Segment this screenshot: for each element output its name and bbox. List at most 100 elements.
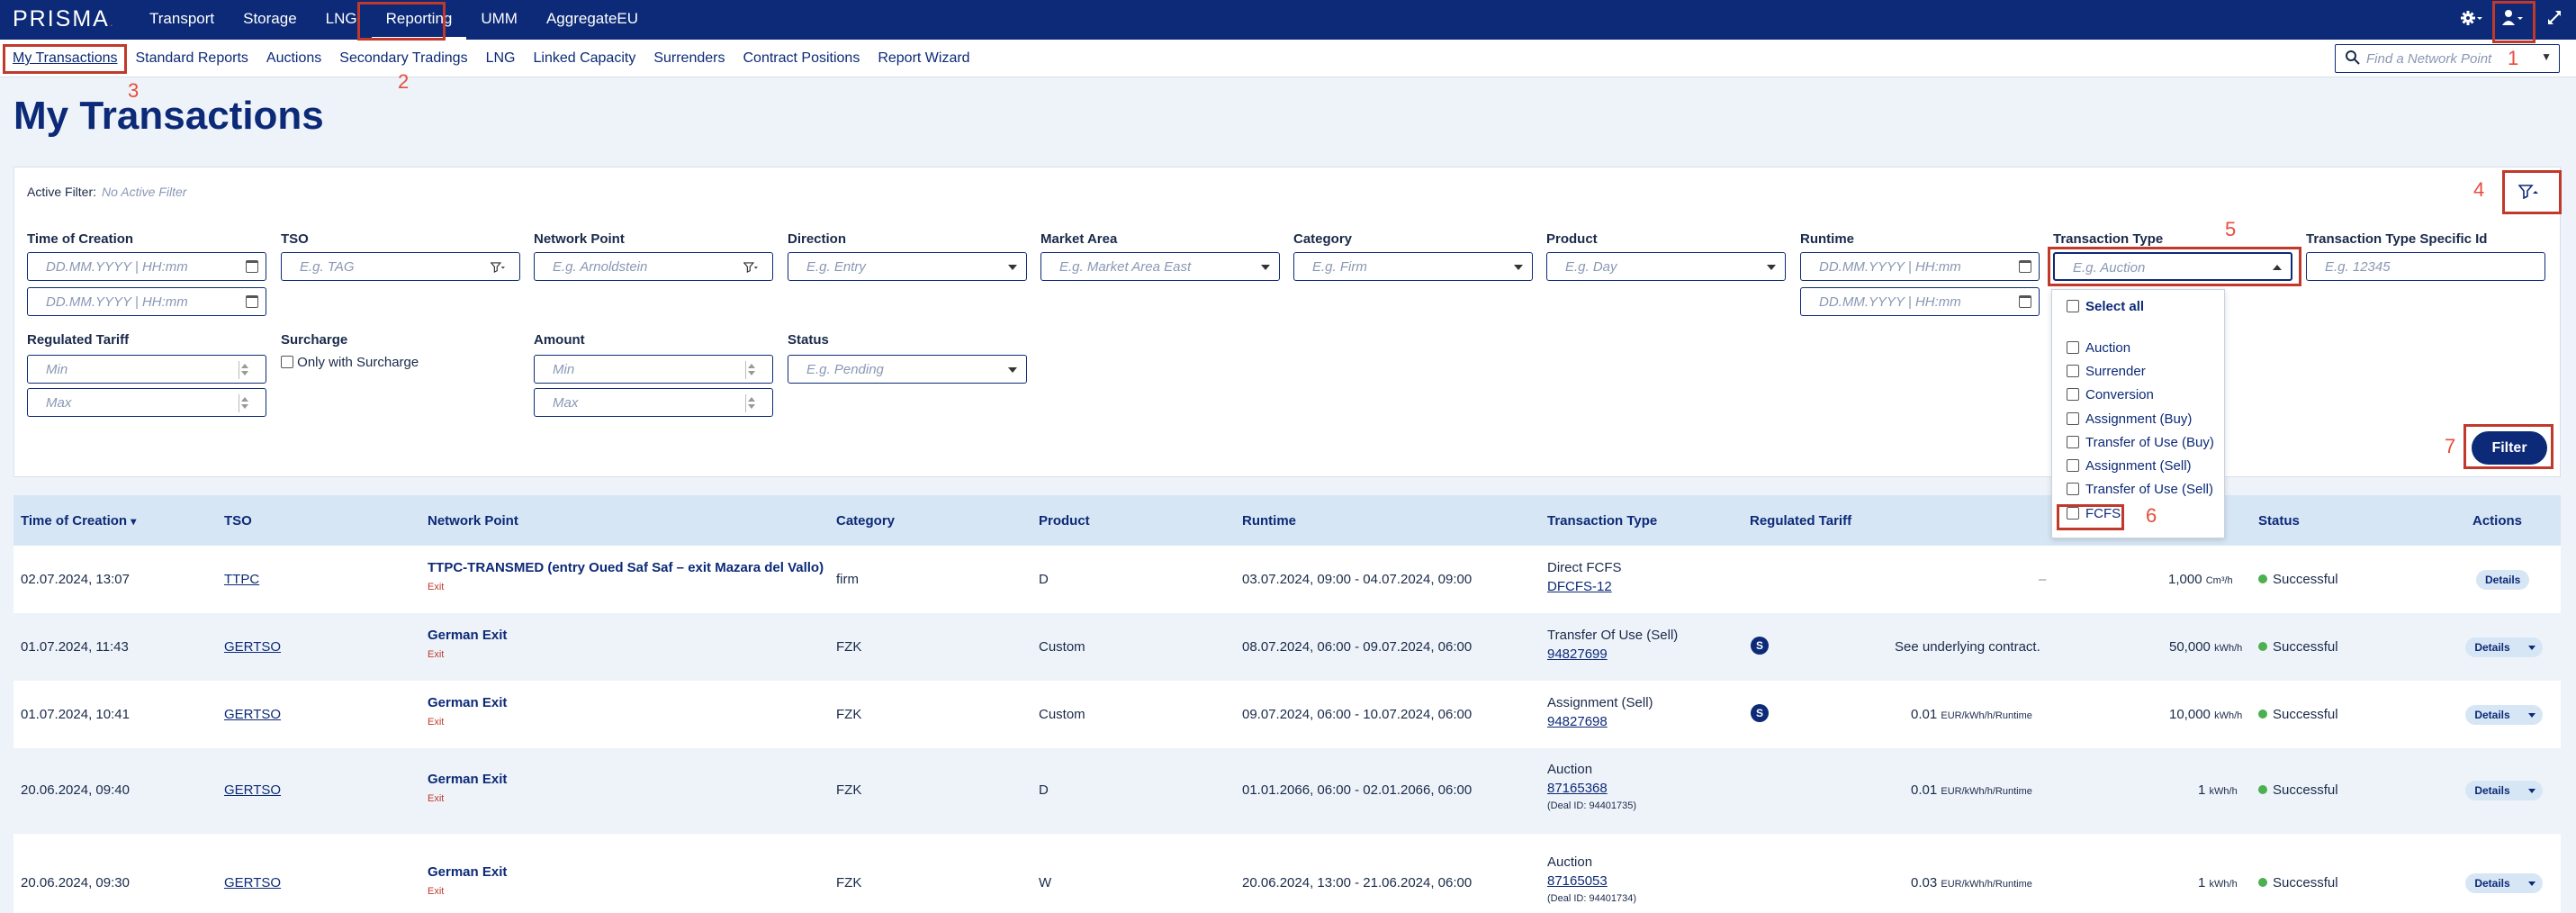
transaction-type-select[interactable]: E.g. Auction — [2053, 252, 2292, 281]
user-menu-icon[interactable] — [2502, 9, 2524, 32]
option-fcfs[interactable]: FCFS — [2067, 506, 2121, 521]
number-stepper[interactable] — [239, 394, 249, 412]
network-point-input[interactable]: E.g. Arnoldstein — [534, 252, 773, 281]
expand-icon[interactable] — [2547, 9, 2562, 30]
cell-status: Successful — [2258, 875, 2338, 890]
topnav-lng[interactable]: LNG — [311, 0, 372, 40]
checkbox[interactable] — [2067, 436, 2079, 448]
header-runtime[interactable]: Runtime — [1242, 513, 1296, 529]
cell-tso-link[interactable]: GERTSO — [224, 707, 281, 722]
header-time-of-creation[interactable]: Time of Creation ▾ — [21, 513, 136, 529]
product-select[interactable]: E.g. Day — [1546, 252, 1786, 281]
checkbox[interactable] — [2067, 365, 2079, 377]
details-button[interactable]: Details — [2465, 705, 2519, 725]
checkbox[interactable] — [2067, 507, 2079, 520]
checkbox[interactable] — [2067, 483, 2079, 495]
subnav-lng[interactable]: LNG — [477, 40, 525, 77]
details-button[interactable]: Details — [2476, 570, 2530, 590]
cell-transaction-id-link[interactable]: 87165368 — [1547, 781, 1608, 796]
calendar-icon[interactable] — [246, 260, 258, 273]
settings-gear-icon[interactable] — [2461, 9, 2482, 32]
header-status[interactable]: Status — [2258, 513, 2300, 529]
number-stepper[interactable] — [745, 361, 756, 379]
filter-button[interactable]: Filter — [2472, 431, 2547, 465]
sort-desc-icon[interactable]: ▾ — [131, 515, 136, 528]
option-conversion[interactable]: Conversion — [2067, 387, 2154, 402]
filter-icon[interactable] — [491, 260, 505, 275]
transaction-type-id-input[interactable]: E.g. 12345 — [2306, 252, 2545, 281]
cell-tso-link[interactable]: GERTSO — [224, 875, 281, 890]
topnav-storage[interactable]: Storage — [229, 0, 311, 40]
number-stepper[interactable] — [745, 394, 756, 412]
details-split-button[interactable]: Details — [2465, 637, 2543, 657]
cell-transaction-id-link[interactable]: 94827699 — [1547, 646, 1608, 662]
details-split-button[interactable]: Details — [2465, 705, 2543, 725]
subnav-contract-positions[interactable]: Contract Positions — [734, 40, 869, 77]
runtime-to-input[interactable]: DD.MM.YYYY | HH:mm — [1800, 287, 2040, 316]
details-button[interactable]: Details — [2465, 781, 2519, 800]
cell-transaction-id-link[interactable]: 94827698 — [1547, 714, 1608, 729]
checkbox[interactable] — [2067, 459, 2079, 472]
regulated-tariff-min-input[interactable]: Min — [27, 355, 266, 384]
amount-max-input[interactable]: Max — [534, 388, 773, 417]
subnav-report-wizard[interactable]: Report Wizard — [869, 40, 978, 77]
subnav-my-transactions[interactable]: My Transactions — [4, 40, 126, 77]
cell-tso-link[interactable]: GERTSO — [224, 782, 281, 798]
header-tso[interactable]: TSO — [224, 513, 252, 529]
runtime-from-input[interactable]: DD.MM.YYYY | HH:mm — [1800, 252, 2040, 281]
subnav-surrenders[interactable]: Surrenders — [644, 40, 734, 77]
calendar-icon[interactable] — [246, 295, 258, 308]
cell-network-point-direction: Exit — [428, 649, 445, 660]
details-button[interactable]: Details — [2465, 637, 2519, 657]
header-product[interactable]: Product — [1039, 513, 1090, 529]
header-network-point[interactable]: Network Point — [428, 513, 518, 529]
prisma-logo[interactable]: PRISMA. — [13, 6, 115, 32]
select-all-option[interactable]: Select all — [2067, 299, 2144, 314]
checkbox[interactable] — [2067, 341, 2079, 354]
amount-min-input[interactable]: Min — [534, 355, 773, 384]
header-category[interactable]: Category — [836, 513, 895, 529]
details-split-button[interactable]: Details — [2465, 781, 2543, 800]
subnav-linked-capacity[interactable]: Linked Capacity — [524, 40, 644, 77]
cell-transaction-id-link[interactable]: 87165053 — [1547, 873, 1608, 889]
topnav-reporting[interactable]: Reporting — [371, 0, 467, 40]
topnav-aggregateeu[interactable]: AggregateEU — [532, 0, 653, 40]
option-transfer-of-use-sell[interactable]: Transfer of Use (Sell) — [2067, 482, 2213, 497]
calendar-icon[interactable] — [2019, 295, 2031, 308]
network-point-search[interactable]: Find a Network Point ▼ — [2335, 44, 2560, 73]
status-select[interactable]: E.g. Pending — [788, 355, 1027, 384]
regulated-tariff-max-input[interactable]: Max — [27, 388, 266, 417]
details-split-button[interactable]: Details — [2465, 873, 2543, 893]
header-regulated-tariff[interactable]: Regulated Tariff — [1750, 513, 1851, 529]
header-transaction-type[interactable]: Transaction Type — [1547, 513, 1657, 529]
number-stepper[interactable] — [239, 361, 249, 379]
subnav-standard-reports[interactable]: Standard Reports — [126, 40, 257, 77]
time-of-creation-to-input[interactable]: DD.MM.YYYY | HH:mm — [27, 287, 266, 316]
option-assignment-sell[interactable]: Assignment (Sell) — [2067, 458, 2192, 474]
filter-icon[interactable] — [743, 260, 758, 275]
market-area-select[interactable]: E.g. Market Area East — [1040, 252, 1280, 281]
subnav-auctions[interactable]: Auctions — [257, 40, 330, 77]
cell-tso-link[interactable]: GERTSO — [224, 639, 281, 655]
tso-input[interactable]: E.g. TAG — [281, 252, 520, 281]
cell-tso-link[interactable]: TTPC — [224, 572, 259, 587]
surcharge-checkbox[interactable] — [281, 356, 293, 368]
direction-select[interactable]: E.g. Entry — [788, 252, 1027, 281]
option-surrender[interactable]: Surrender — [2067, 364, 2146, 379]
topnav-transport[interactable]: Transport — [135, 0, 229, 40]
category-select[interactable]: E.g. Firm — [1293, 252, 1533, 281]
time-of-creation-from-input[interactable]: DD.MM.YYYY | HH:mm — [27, 252, 266, 281]
option-assignment-buy[interactable]: Assignment (Buy) — [2067, 411, 2192, 427]
calendar-icon[interactable] — [2019, 260, 2031, 273]
topnav-umm[interactable]: UMM — [466, 0, 532, 40]
filter-toggle-button[interactable] — [2508, 174, 2547, 210]
option-transfer-of-use-buy[interactable]: Transfer of Use (Buy) — [2067, 435, 2214, 450]
only-with-surcharge-option[interactable]: Only with Surcharge — [281, 355, 419, 370]
checkbox[interactable] — [2067, 388, 2079, 401]
checkbox[interactable] — [2067, 300, 2079, 312]
search-dropdown-icon[interactable]: ▼ — [2541, 50, 2552, 63]
details-button[interactable]: Details — [2465, 873, 2519, 893]
cell-transaction-id-link[interactable]: DFCFS-12 — [1547, 579, 1612, 594]
checkbox[interactable] — [2067, 412, 2079, 425]
option-auction[interactable]: Auction — [2067, 340, 2130, 356]
